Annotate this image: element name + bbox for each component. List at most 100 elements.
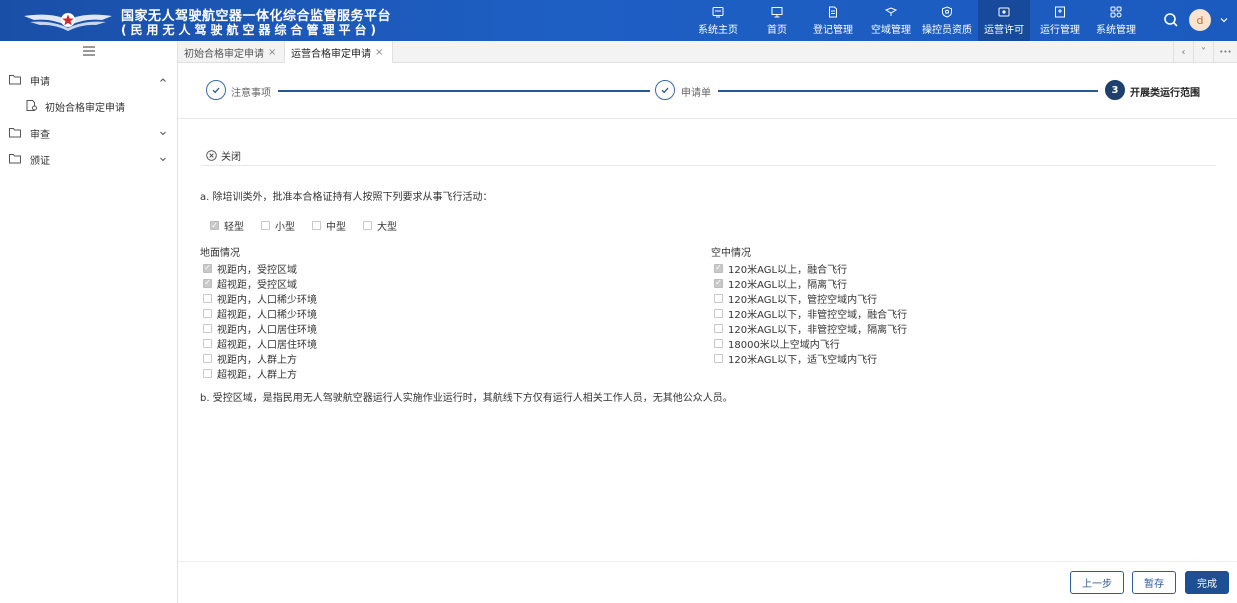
checkbox[interactable] bbox=[203, 293, 212, 303]
search-icon[interactable] bbox=[1163, 12, 1179, 28]
tab-more-icon[interactable]: ••• bbox=[1213, 41, 1237, 63]
nav-label: 操控员资质 bbox=[922, 24, 972, 36]
close-icon[interactable]: × bbox=[268, 47, 276, 58]
menu-toggle-icon[interactable] bbox=[83, 46, 95, 56]
sidebar-item-apply[interactable]: 申请 bbox=[0, 69, 178, 91]
finish-button[interactable]: 完成 bbox=[1185, 571, 1229, 594]
sidebar-item-label: 审查 bbox=[30, 129, 50, 141]
settings-icon bbox=[1110, 6, 1122, 17]
option-label: 小型 bbox=[275, 222, 295, 233]
calendar-icon bbox=[1055, 6, 1065, 17]
previous-step-button[interactable]: 上一步 bbox=[1070, 571, 1124, 594]
sidebar-item-initial-certification[interactable]: 初始合格审定申请 bbox=[0, 95, 178, 117]
checkbox[interactable]: ✓ bbox=[714, 278, 723, 288]
ground-option[interactable]: 超视距，人口居住环境 bbox=[203, 336, 317, 351]
step-label: 开展类运行范围 bbox=[1130, 88, 1200, 99]
checkbox[interactable] bbox=[203, 323, 212, 333]
sidebar-item-issue-certificate[interactable]: 颁证 bbox=[0, 148, 178, 170]
ground-option[interactable]: 超视距，人群上方 bbox=[203, 366, 297, 381]
ground-option[interactable]: 视距内，人口居住环境 bbox=[203, 321, 317, 336]
checkbox[interactable]: ✓ bbox=[203, 263, 212, 273]
close-circle-icon bbox=[206, 150, 217, 161]
nav-system-home[interactable]: 系统主页 bbox=[693, 0, 743, 41]
step-label: 申请单 bbox=[681, 88, 711, 99]
nav-operation-management[interactable]: 运行管理 bbox=[1035, 0, 1085, 41]
option-label: 120米AGL以下，非管控空域，隔离飞行 bbox=[728, 324, 908, 336]
save-draft-button[interactable]: 暂存 bbox=[1132, 571, 1176, 594]
air-option[interactable]: ✓ 120米AGL以上，融合飞行 bbox=[714, 261, 848, 276]
nav-operator-qualification[interactable]: 操控员资质 bbox=[918, 0, 976, 41]
option-label: 视距内，人群上方 bbox=[217, 354, 297, 366]
ground-option[interactable]: ✓ 视距内，受控区域 bbox=[203, 261, 297, 276]
checkbox[interactable]: ✓ bbox=[203, 278, 212, 288]
air-section-title: 空中情况 bbox=[711, 248, 751, 259]
chevron-up-icon bbox=[160, 78, 166, 82]
folder-icon bbox=[9, 128, 21, 138]
step-done-icon bbox=[655, 80, 675, 100]
nav-home[interactable]: 首页 bbox=[757, 0, 797, 41]
checkbox[interactable] bbox=[203, 368, 212, 378]
nav-airspace[interactable]: 空域管理 bbox=[866, 0, 916, 41]
checkbox[interactable]: ✓ bbox=[714, 263, 723, 273]
checkbox[interactable] bbox=[203, 308, 212, 318]
ground-option[interactable]: 视距内，人口稀少环境 bbox=[203, 291, 317, 306]
document-search-icon bbox=[26, 100, 37, 111]
type-option-light[interactable]: ✓ 轻型 bbox=[210, 218, 244, 233]
checkbox[interactable]: ✓ bbox=[210, 221, 219, 230]
sidebar-item-label: 申请 bbox=[30, 76, 50, 88]
tab-bar: 初始合格审定申请 × 运营合格审定申请 × ‹ ˅ ••• bbox=[178, 41, 1237, 63]
checkbox[interactable] bbox=[714, 293, 723, 303]
tab-scroll-left-icon[interactable]: ‹ bbox=[1173, 41, 1193, 63]
instruction-a: a. 除培训类外，批准本合格证持有人按照下列要求从事飞行活动： bbox=[200, 192, 493, 203]
option-label: 120米AGL以上，隔离飞行 bbox=[728, 279, 848, 291]
close-button[interactable]: 关闭 bbox=[206, 148, 241, 163]
option-label: 视距内，人口居住环境 bbox=[217, 324, 317, 336]
type-option-large[interactable]: 大型 bbox=[363, 218, 397, 233]
nav-label: 运行管理 bbox=[1040, 24, 1080, 36]
step-label: 注意事项 bbox=[231, 88, 271, 99]
ground-option[interactable]: 超视距，人口稀少环境 bbox=[203, 306, 317, 321]
aircraft-type-group: ✓ 轻型 小型 中型 大型 bbox=[210, 218, 414, 233]
step-done-icon bbox=[206, 80, 226, 100]
nav-registration[interactable]: 登记管理 bbox=[808, 0, 858, 41]
user-avatar[interactable]: d bbox=[1189, 9, 1211, 31]
checkbox[interactable] bbox=[714, 353, 723, 363]
checkbox[interactable] bbox=[261, 221, 270, 230]
nav-label: 运营许可 bbox=[984, 24, 1024, 36]
sidebar-item-review[interactable]: 审查 bbox=[0, 122, 178, 144]
air-option[interactable]: 120米AGL以下，适飞空域内飞行 bbox=[714, 351, 877, 366]
checkbox[interactable] bbox=[203, 338, 212, 348]
checkbox[interactable] bbox=[203, 353, 212, 363]
option-label: 120米AGL以上，融合飞行 bbox=[728, 264, 848, 276]
nav-label: 登记管理 bbox=[813, 24, 853, 36]
air-option[interactable]: ✓ 120米AGL以上，隔离飞行 bbox=[714, 276, 848, 291]
checkbox[interactable] bbox=[714, 323, 723, 333]
nav-operation-license[interactable]: 运营许可 bbox=[978, 0, 1030, 41]
air-option[interactable]: 120米AGL以下，非管控空域，融合飞行 bbox=[714, 306, 907, 321]
nav-system-management[interactable]: 系统管理 bbox=[1091, 0, 1141, 41]
tab-dropdown-icon[interactable]: ˅ bbox=[1193, 41, 1213, 63]
note-b: b. 受控区域，是指民用无人驾驶航空器运行人实施作业运行时，其航线下方仅有运行人… bbox=[200, 393, 733, 404]
step-progress: 注意事项 申请单 3 开展类运行范围 bbox=[178, 63, 1237, 119]
chevron-down-icon bbox=[160, 157, 166, 162]
type-option-small[interactable]: 小型 bbox=[261, 218, 295, 233]
air-option[interactable]: 120米AGL以下，非管控空域，隔离飞行 bbox=[714, 321, 908, 336]
close-icon[interactable]: × bbox=[375, 47, 383, 58]
checkbox[interactable] bbox=[363, 221, 372, 230]
checkbox[interactable] bbox=[714, 308, 723, 318]
nav-label: 系统管理 bbox=[1096, 24, 1136, 36]
tab-initial-certification[interactable]: 初始合格审定申请 × bbox=[178, 41, 285, 63]
ground-option[interactable]: ✓ 超视距，受控区域 bbox=[203, 276, 297, 291]
nav-label: 首页 bbox=[767, 24, 787, 36]
type-option-medium[interactable]: 中型 bbox=[312, 218, 346, 233]
air-option[interactable]: 18000米以上空域内飞行 bbox=[714, 336, 840, 351]
sidebar-item-label: 初始合格审定申请 bbox=[45, 102, 125, 114]
tab-operation-certification[interactable]: 运营合格审定申请 × bbox=[285, 41, 393, 63]
checkbox[interactable] bbox=[714, 338, 723, 348]
option-label: 超视距，人口居住环境 bbox=[217, 339, 317, 351]
ground-option[interactable]: 视距内，人群上方 bbox=[203, 351, 297, 366]
chevron-down-icon[interactable] bbox=[1219, 15, 1229, 25]
folder-icon bbox=[9, 75, 21, 85]
air-option[interactable]: 120米AGL以下，管控空域内飞行 bbox=[714, 291, 877, 306]
checkbox[interactable] bbox=[312, 221, 321, 230]
